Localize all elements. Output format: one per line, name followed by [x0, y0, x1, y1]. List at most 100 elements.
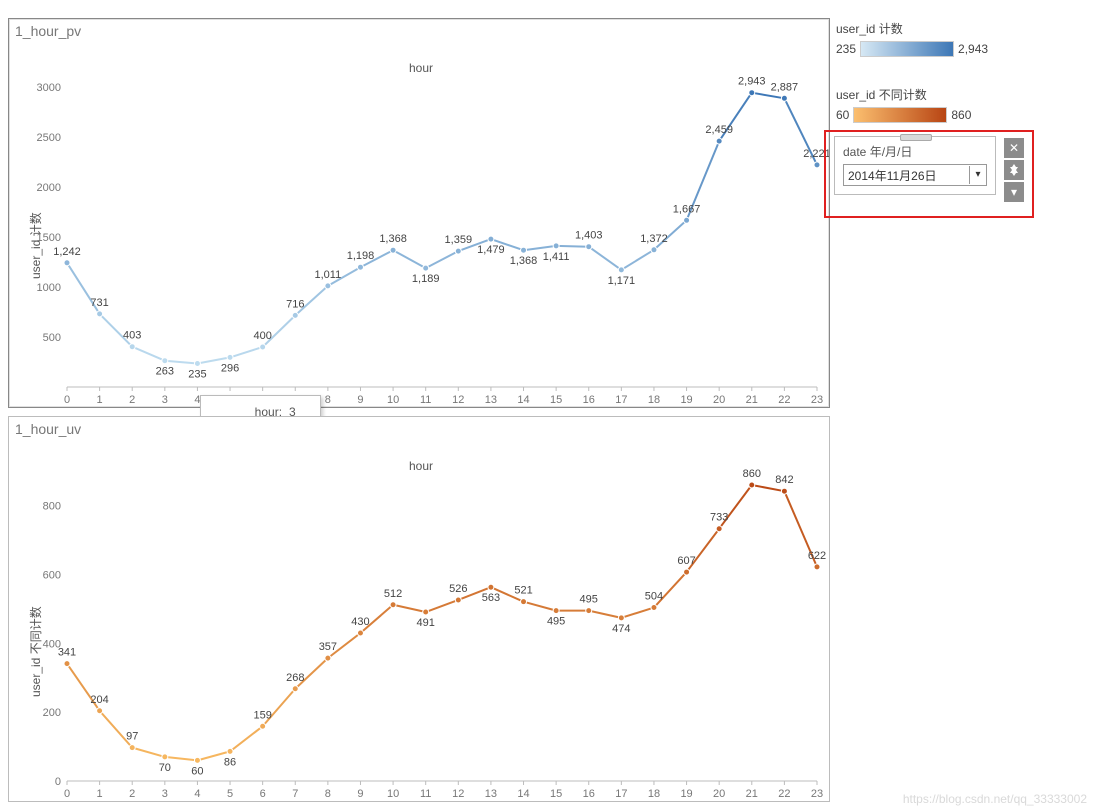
chevron-down-icon[interactable]: ▾ [969, 166, 986, 184]
svg-text:2: 2 [129, 788, 135, 800]
svg-text:731: 731 [90, 297, 108, 309]
svg-text:1: 1 [97, 788, 103, 800]
svg-text:1,411: 1,411 [543, 251, 570, 263]
svg-text:21: 21 [746, 788, 758, 800]
svg-text:341: 341 [58, 647, 76, 659]
svg-text:263: 263 [156, 366, 174, 378]
svg-text:18: 18 [648, 394, 660, 406]
svg-text:495: 495 [580, 594, 598, 606]
legend-uv-max: 860 [951, 108, 971, 122]
svg-text:8: 8 [325, 788, 331, 800]
svg-text:1,368: 1,368 [510, 255, 538, 267]
svg-text:296: 296 [221, 362, 239, 374]
filter-drag-handle[interactable] [900, 134, 932, 141]
svg-text:23: 23 [811, 788, 823, 800]
svg-text:1,479: 1,479 [477, 244, 505, 256]
svg-text:2,459: 2,459 [705, 124, 733, 136]
svg-text:1,372: 1,372 [640, 233, 668, 245]
svg-text:500: 500 [43, 332, 61, 344]
svg-text:400: 400 [253, 330, 271, 342]
date-select[interactable]: 2014年11月26日 ▾ [843, 164, 987, 186]
svg-text:11: 11 [420, 788, 431, 800]
chart-panel-pv: 1_hour_pv hour user_id 计数 50010001500200… [8, 18, 830, 408]
svg-text:70: 70 [159, 762, 171, 774]
svg-text:12: 12 [452, 394, 464, 406]
legend-uv-min: 60 [836, 108, 849, 122]
svg-text:12: 12 [452, 788, 464, 800]
legend-pv-min: 235 [836, 42, 856, 56]
svg-text:60: 60 [191, 765, 203, 777]
svg-text:11: 11 [420, 394, 431, 406]
svg-text:1,403: 1,403 [575, 230, 603, 242]
filter-inner: date 年/月/日 2014年11月26日 ▾ [834, 136, 996, 195]
svg-text:19: 19 [680, 394, 692, 406]
svg-text:403: 403 [123, 330, 141, 342]
more-icon[interactable]: ▾ [1004, 182, 1024, 202]
svg-text:526: 526 [449, 583, 467, 595]
chart-svg-uv[interactable]: 0200400600800012345678910111213141516171… [9, 417, 829, 801]
svg-text:1,368: 1,368 [379, 233, 407, 245]
svg-text:15: 15 [550, 788, 562, 800]
chart-svg-pv[interactable]: 5001000150020002500300001234567891011121… [9, 19, 829, 407]
svg-text:5: 5 [227, 788, 233, 800]
svg-text:0: 0 [64, 394, 70, 406]
svg-text:733: 733 [710, 512, 728, 524]
svg-text:20: 20 [713, 394, 725, 406]
legend-pv-title: user_id 计数 [836, 20, 1026, 37]
svg-text:607: 607 [677, 555, 695, 567]
svg-text:13: 13 [485, 788, 497, 800]
svg-text:357: 357 [319, 641, 337, 653]
svg-text:3: 3 [162, 394, 168, 406]
legend-uv: user_id 不同计数 60 860 [836, 86, 1026, 123]
svg-text:1,242: 1,242 [53, 246, 81, 258]
legend-uv-title: user_id 不同计数 [836, 86, 1026, 103]
svg-text:0: 0 [55, 776, 61, 788]
legend-pv-gradient [860, 41, 954, 57]
svg-text:18: 18 [648, 788, 660, 800]
date-select-value: 2014年11月26日 [844, 167, 969, 184]
svg-text:430: 430 [351, 616, 369, 628]
svg-text:13: 13 [485, 394, 497, 406]
svg-text:20: 20 [713, 788, 725, 800]
svg-text:14: 14 [517, 788, 529, 800]
svg-text:16: 16 [583, 788, 595, 800]
svg-text:2,943: 2,943 [738, 76, 766, 88]
svg-text:1,198: 1,198 [347, 250, 375, 262]
svg-text:4: 4 [194, 788, 200, 800]
filter-side-buttons: ✕ ▾ [1004, 138, 1024, 204]
svg-text:504: 504 [645, 591, 663, 603]
svg-text:2000: 2000 [37, 182, 61, 194]
pin-icon[interactable] [1004, 160, 1024, 180]
svg-text:800: 800 [43, 501, 61, 513]
svg-text:474: 474 [612, 623, 630, 635]
svg-text:495: 495 [547, 616, 565, 628]
svg-text:16: 16 [583, 394, 595, 406]
legend-pv-max: 2,943 [958, 42, 988, 56]
svg-text:860: 860 [743, 468, 761, 480]
svg-text:10: 10 [387, 788, 399, 800]
svg-text:9: 9 [357, 788, 363, 800]
legend-uv-gradient [853, 107, 947, 123]
svg-text:159: 159 [253, 709, 271, 721]
filter-title: date 年/月/日 [843, 143, 987, 160]
svg-text:563: 563 [482, 592, 500, 604]
svg-text:0: 0 [64, 788, 70, 800]
svg-text:1,171: 1,171 [608, 275, 636, 287]
svg-text:17: 17 [615, 788, 627, 800]
svg-text:17: 17 [615, 394, 627, 406]
svg-text:2,887: 2,887 [771, 81, 799, 93]
svg-text:1500: 1500 [37, 232, 61, 244]
close-icon[interactable]: ✕ [1004, 138, 1024, 158]
svg-text:22: 22 [778, 788, 790, 800]
svg-text:1,011: 1,011 [315, 269, 342, 281]
chart-panel-uv: 1_hour_uv hour user_id 不同计数 020040060080… [8, 416, 830, 802]
svg-text:200: 200 [43, 707, 61, 719]
svg-text:600: 600 [43, 569, 61, 581]
svg-text:86: 86 [224, 756, 236, 768]
svg-text:716: 716 [286, 298, 304, 310]
svg-text:10: 10 [387, 394, 399, 406]
svg-text:1000: 1000 [37, 282, 61, 294]
svg-text:204: 204 [90, 694, 108, 706]
svg-text:521: 521 [514, 585, 532, 597]
svg-text:512: 512 [384, 588, 402, 600]
